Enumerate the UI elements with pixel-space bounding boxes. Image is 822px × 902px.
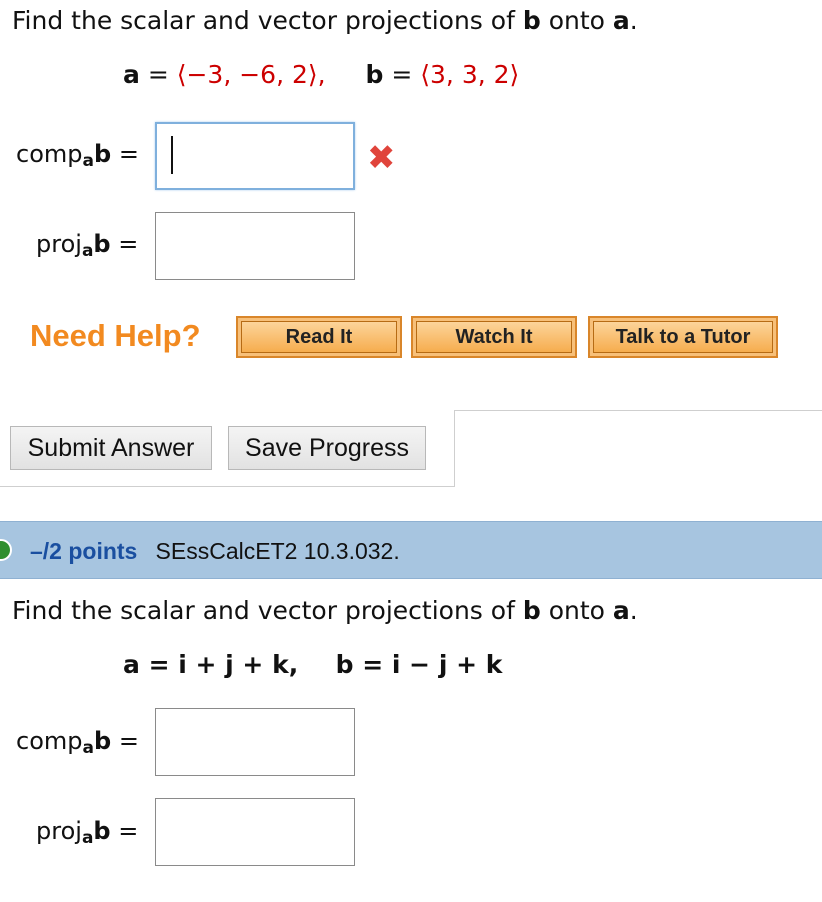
question-1-vectors: a = ⟨−3, −6, 2⟩, b = ⟨3, 3, 2⟩ — [123, 60, 519, 89]
read-it-button[interactable]: Read It — [236, 316, 402, 358]
subscript-a: a — [81, 241, 94, 261]
equals-sign: = — [118, 817, 139, 845]
question-2-header: –/2 points SEssCalcET2 10.3.032. — [0, 521, 822, 579]
proj-text: proj — [36, 230, 82, 258]
proj-label: projab = — [36, 817, 138, 848]
panel-divider — [0, 486, 455, 487]
question-2-vectors: a = i + j + k, b = i − j + k — [123, 650, 502, 679]
equals-sign: = — [147, 60, 169, 89]
proj-text: proj — [36, 817, 82, 845]
comp-text: comp — [16, 140, 83, 168]
watch-it-button[interactable]: Watch It — [411, 316, 577, 358]
equals-sign: = — [118, 727, 139, 755]
comp-text: comp — [16, 727, 83, 755]
prompt-text: Find the scalar and vector projections o… — [12, 596, 515, 625]
vector-a-name: a — [123, 60, 140, 89]
subscript-a: a — [82, 738, 94, 758]
comp-label: compab = — [16, 140, 139, 171]
talk-to-tutor-button[interactable]: Talk to a Tutor — [588, 316, 778, 358]
subscript-a: a — [81, 828, 94, 848]
prompt-vector-a: a — [612, 596, 630, 625]
text-cursor — [171, 136, 173, 174]
vector-a-value: ⟨−3, −6, 2⟩, — [176, 60, 326, 89]
vector-b-name: b — [93, 727, 112, 755]
prompt-text: Find the scalar and vector projections o… — [12, 6, 515, 35]
expand-plus-icon[interactable] — [0, 539, 12, 561]
prompt-text: onto — [548, 596, 605, 625]
talk-to-tutor-label: Talk to a Tutor — [593, 321, 773, 353]
equals-sign: = — [118, 230, 139, 258]
vector-b-name: b — [93, 230, 111, 258]
subscript-a: a — [82, 151, 94, 171]
vector-a-expression: a = i + j + k, — [123, 650, 299, 679]
proj-answer-input[interactable] — [155, 798, 355, 866]
prompt-vector-a: a — [612, 6, 630, 35]
question-2-info: –/2 points SEssCalcET2 10.3.032. — [30, 538, 400, 565]
question-id: SEssCalcET2 10.3.032. — [155, 538, 400, 564]
vector-b-name: b — [365, 60, 384, 89]
incorrect-x-icon: ✖ — [367, 138, 396, 178]
proj-label: projab = — [36, 230, 138, 261]
panel-divider — [454, 410, 455, 486]
submit-answer-button[interactable]: Submit Answer — [10, 426, 212, 470]
comp-label: compab = — [16, 727, 139, 758]
prompt-vector-b: b — [522, 6, 541, 35]
save-progress-button[interactable]: Save Progress — [228, 426, 426, 470]
panel-divider — [454, 410, 822, 411]
vector-b-name: b — [93, 140, 112, 168]
proj-answer-input[interactable] — [155, 212, 355, 280]
prompt-vector-b: b — [522, 596, 541, 625]
comp-answer-input[interactable] — [155, 708, 355, 776]
read-it-label: Read It — [241, 321, 397, 353]
equals-sign: = — [118, 140, 139, 168]
question-2-prompt: Find the scalar and vector projections o… — [12, 596, 638, 625]
prompt-period: . — [629, 6, 638, 35]
comp-answer-input[interactable] — [155, 122, 355, 190]
equals-sign: = — [391, 60, 413, 89]
prompt-period: . — [629, 596, 638, 625]
vector-b-value: ⟨3, 3, 2⟩ — [420, 60, 520, 89]
prompt-text: onto — [548, 6, 605, 35]
need-help-heading: Need Help? — [30, 318, 201, 353]
points-badge: –/2 points — [30, 538, 138, 564]
vector-b-name: b — [93, 817, 111, 845]
vector-b-expression: b = i − j + k — [335, 650, 503, 679]
watch-it-label: Watch It — [416, 321, 572, 353]
question-1-prompt: Find the scalar and vector projections o… — [12, 6, 638, 35]
